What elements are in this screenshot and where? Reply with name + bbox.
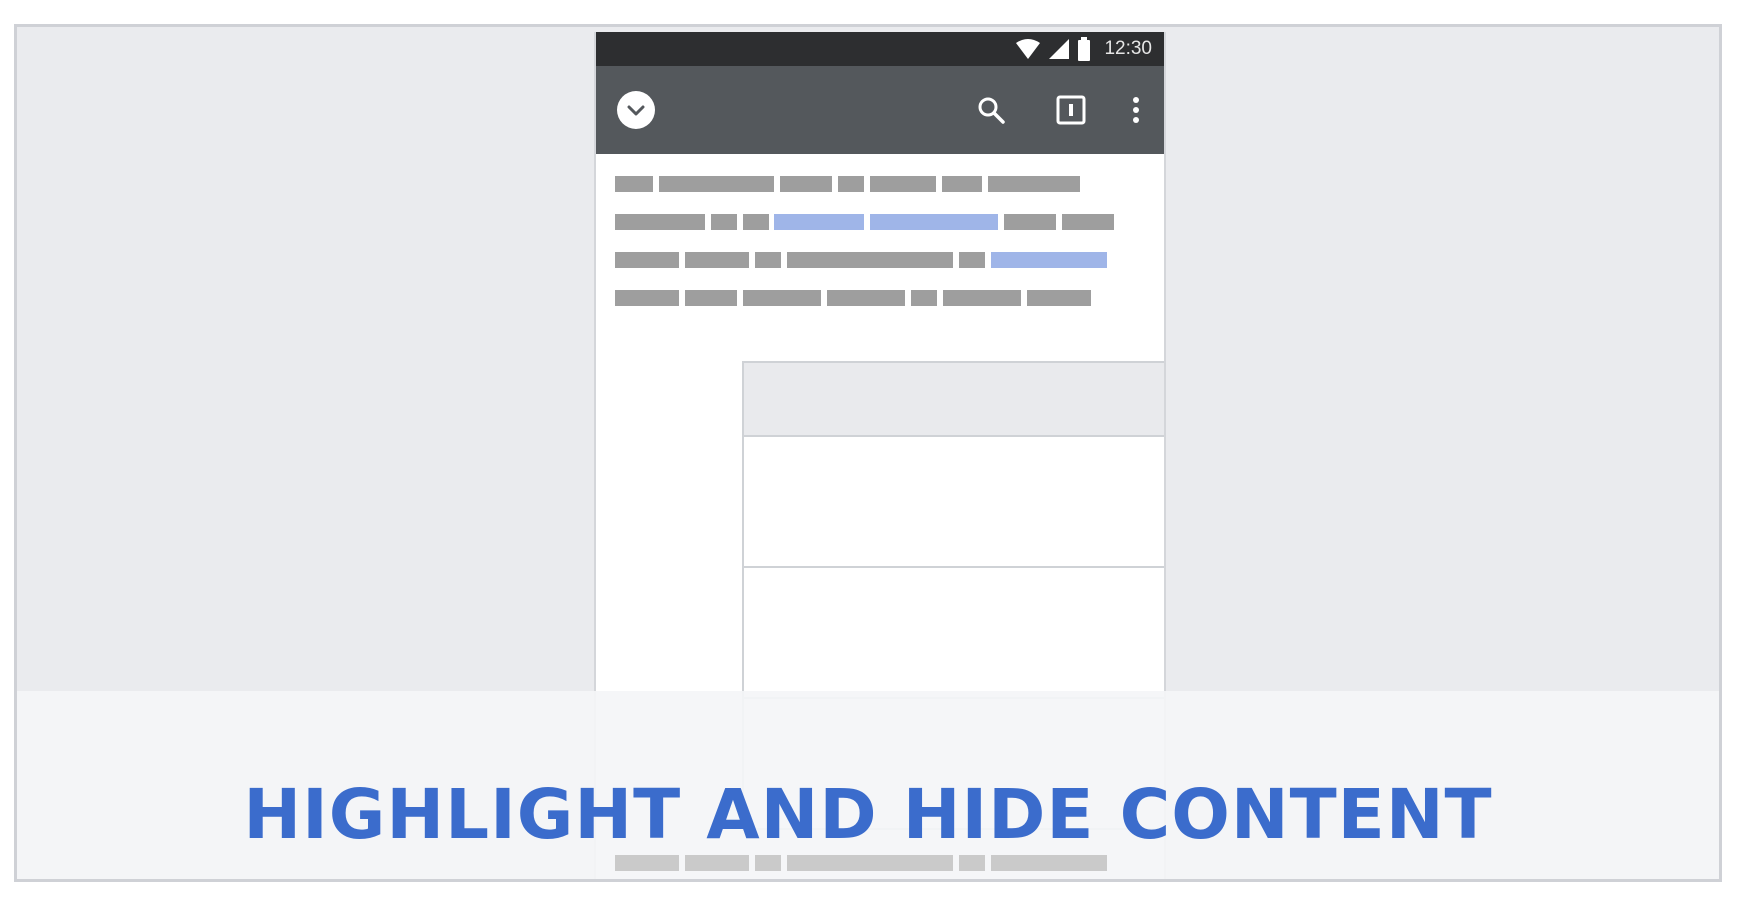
overflow-menu-icon <box>1133 97 1139 123</box>
search-icon <box>978 97 1005 124</box>
text-line <box>743 214 769 230</box>
table-row <box>744 437 1164 568</box>
tab-switcher-button[interactable] <box>1051 66 1091 154</box>
text-line <box>743 290 821 306</box>
text-line <box>615 252 679 268</box>
status-icons: 12:30 <box>1015 32 1152 66</box>
overflow-menu-button[interactable] <box>1121 66 1151 154</box>
text-line <box>787 855 953 871</box>
text-line <box>991 855 1107 871</box>
text-line <box>988 176 1080 192</box>
text-line <box>615 214 705 230</box>
cell-signal-icon <box>1049 39 1070 59</box>
text-line <box>911 290 937 306</box>
link-placeholder[interactable] <box>991 252 1107 268</box>
text-line <box>755 252 781 268</box>
text-line <box>615 855 679 871</box>
text-line <box>659 176 774 192</box>
table-row <box>744 568 1164 699</box>
text-line <box>615 290 679 306</box>
status-time: 12:30 <box>1104 38 1152 59</box>
text-line <box>787 252 953 268</box>
wifi-icon <box>1016 39 1041 59</box>
text-line <box>685 252 749 268</box>
text-line <box>685 855 749 871</box>
text-line <box>755 855 781 871</box>
collapse-button[interactable] <box>614 66 658 154</box>
text-line <box>615 176 653 192</box>
text-line <box>711 214 737 230</box>
tab-switcher-icon <box>1056 95 1086 125</box>
text-line <box>959 855 985 871</box>
text-line <box>943 290 1021 306</box>
banner-title: HIGHLIGHT AND HIDE CONTENT <box>243 775 1493 855</box>
illustration-frame: 12:30 HIGHLIGHT AND HIDE CONTENT <box>14 24 1722 882</box>
status-bar: 12:30 <box>596 32 1164 66</box>
chevron-down-circle-icon <box>617 91 655 129</box>
text-line <box>1062 214 1114 230</box>
text-line <box>780 176 832 192</box>
link-placeholder[interactable] <box>774 214 864 230</box>
table-header <box>744 363 1164 437</box>
caption-banner: HIGHLIGHT AND HIDE CONTENT <box>17 691 1719 879</box>
battery-icon <box>1078 37 1091 61</box>
search-button[interactable] <box>971 66 1011 154</box>
text-line <box>870 176 936 192</box>
link-placeholder[interactable] <box>870 214 998 230</box>
text-line <box>827 290 905 306</box>
text-line <box>838 176 864 192</box>
text-line <box>1027 290 1091 306</box>
text-line <box>685 290 737 306</box>
text-line <box>942 176 982 192</box>
text-line <box>1004 214 1056 230</box>
text-line <box>959 252 985 268</box>
app-toolbar <box>596 66 1164 154</box>
